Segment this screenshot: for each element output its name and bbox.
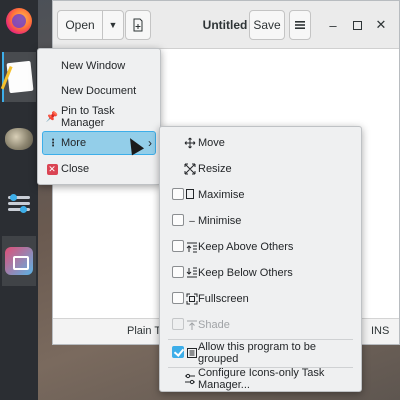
menu-item-new-document[interactable]: New Document <box>42 79 156 103</box>
more-icon: ⋮ <box>48 137 58 149</box>
move-icon <box>184 137 196 149</box>
chevron-right-icon: › <box>148 136 152 150</box>
menu-item-keep-below-others[interactable]: Keep Below Others <box>164 261 357 285</box>
menu-item-label: Keep Below Others <box>198 267 293 279</box>
menu-item-maximise[interactable]: Maximise <box>164 183 357 207</box>
open-label: Open <box>65 18 95 32</box>
menu-separator <box>168 339 353 340</box>
menu-item-pin-to-task-manager[interactable]: 📌 Pin to Task Manager <box>42 105 156 129</box>
maximise-checkbox[interactable] <box>172 188 184 200</box>
menu-item-label: New Window <box>61 60 126 72</box>
new-document-icon <box>133 18 143 32</box>
menu-item-label: Allow this program to be grouped <box>198 341 316 365</box>
keep-below-checkbox[interactable] <box>172 266 184 278</box>
task-text-editor[interactable] <box>2 52 36 102</box>
menu-item-label: Move <box>198 137 225 149</box>
task-context-menu: New Window New Document 📌 Pin to Task Ma… <box>37 48 161 185</box>
window-title: Untitled File 1 <box>202 18 282 32</box>
open-button[interactable]: Open <box>57 10 103 40</box>
close-icon: ✕ <box>46 163 58 175</box>
menu-item-label: Maximise <box>198 189 245 201</box>
minimize-button[interactable]: – <box>324 16 342 34</box>
menu-item-keep-above-others[interactable]: Keep Above Others <box>164 235 357 259</box>
menu-item-label: Configure Icons-only Task Manager... <box>198 367 325 391</box>
menu-item-label: Resize <box>198 163 232 175</box>
configure-icon <box>185 373 195 385</box>
allow-grouping-checkbox[interactable] <box>172 346 184 358</box>
resize-icon <box>184 163 196 175</box>
save-button[interactable]: Save <box>249 10 285 40</box>
menu-item-label: Close <box>61 163 90 175</box>
menu-item-close[interactable]: ✕ Close <box>42 157 156 181</box>
task-manager-panel <box>0 0 38 400</box>
main-menu-button[interactable] <box>289 10 311 40</box>
keep-above-checkbox[interactable] <box>172 240 184 252</box>
close-window-button[interactable]: ✕ <box>372 16 390 34</box>
maximise-icon <box>186 189 194 199</box>
maximize-icon <box>352 20 362 30</box>
menu-item-resize[interactable]: Resize <box>164 157 357 181</box>
keep-above-icon <box>186 242 197 253</box>
pin-icon: 📌 <box>45 111 59 123</box>
menu-item-label: Fullscreen <box>198 293 249 305</box>
menu-item-label: New Document <box>61 85 137 97</box>
close-icon: ✕ <box>375 17 387 32</box>
keep-below-icon <box>186 267 197 278</box>
recent-files-dropdown[interactable]: ▼ <box>102 10 124 40</box>
screenshot-icon <box>5 247 33 275</box>
grouping-icon <box>187 348 197 358</box>
task-settings[interactable] <box>2 178 36 228</box>
text-editor-icon <box>6 60 34 94</box>
menu-item-shade: Shade <box>164 313 357 337</box>
menu-item-new-window[interactable]: New Window <box>42 54 156 78</box>
header-bar: Open ▼ Untitled File 1 Save – ✕ <box>53 1 399 49</box>
more-submenu: Move Resize Maximise – Minimise Keep Abo… <box>159 126 362 392</box>
hamburger-menu-icon <box>295 21 305 29</box>
settings-icon <box>6 191 32 215</box>
menu-item-fullscreen[interactable]: Fullscreen <box>164 287 357 311</box>
menu-item-label: Keep Above Others <box>198 241 294 253</box>
menu-item-move[interactable]: Move <box>164 131 357 155</box>
menu-item-label: Shade <box>198 319 230 331</box>
new-tab-button[interactable] <box>125 10 151 40</box>
dropdown-arrow-icon: ▼ <box>108 20 118 30</box>
menu-item-configure-task-manager[interactable]: Configure Icons-only Task Manager... <box>164 367 357 391</box>
shade-checkbox <box>172 318 184 330</box>
menu-item-allow-grouping[interactable]: Allow this program to be grouped <box>164 341 357 365</box>
task-screenshot[interactable] <box>2 236 36 286</box>
maximize-button[interactable] <box>348 16 366 34</box>
minimise-checkbox[interactable] <box>172 214 184 226</box>
minimize-icon: – <box>329 17 337 33</box>
fullscreen-icon <box>186 293 198 305</box>
fullscreen-checkbox[interactable] <box>172 292 184 304</box>
insert-mode[interactable]: INS <box>371 325 389 337</box>
menu-item-label: More <box>61 137 87 149</box>
minimise-icon: – <box>189 215 195 227</box>
firefox-icon <box>6 8 32 34</box>
gimp-icon <box>5 128 33 150</box>
task-gimp[interactable] <box>2 114 36 164</box>
shade-icon <box>187 320 197 330</box>
task-firefox[interactable] <box>2 0 36 46</box>
menu-item-label: Minimise <box>198 215 242 227</box>
save-label: Save <box>253 18 281 32</box>
menu-item-minimise[interactable]: – Minimise <box>164 209 357 233</box>
menu-item-label: Pin to Task Manager <box>61 105 115 129</box>
